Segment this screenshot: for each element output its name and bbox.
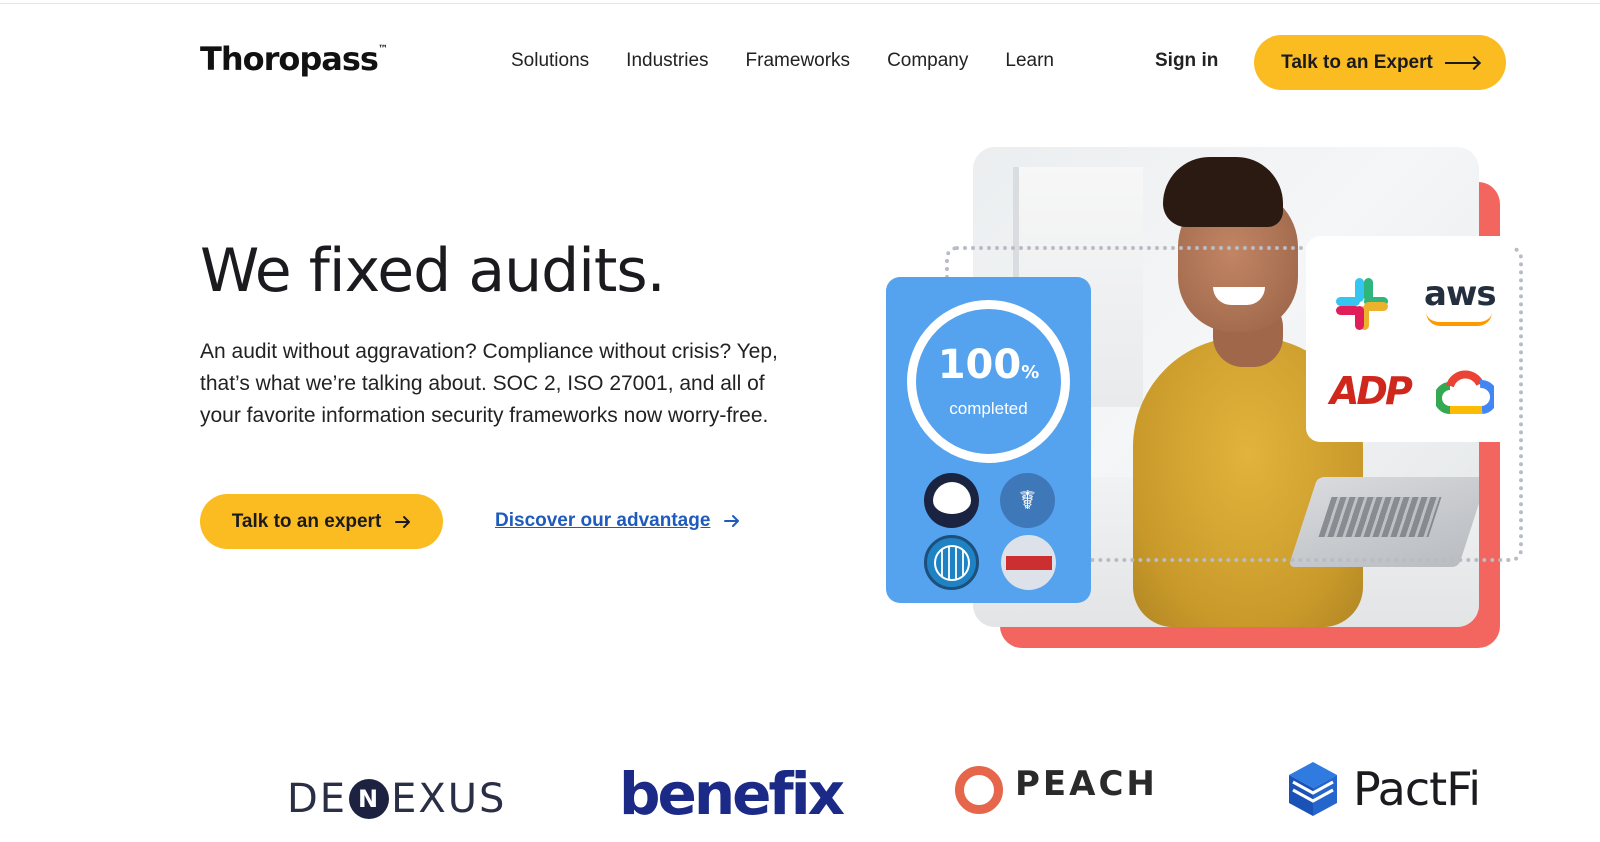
talk-to-expert-header-button[interactable]: Talk to an Expert <box>1254 35 1506 90</box>
nav-learn[interactable]: Learn <box>1005 50 1054 72</box>
arrow-right-icon <box>395 515 411 528</box>
flag-badge-icon <box>1001 535 1056 590</box>
pactfi-cube-icon <box>1289 762 1337 816</box>
peach-mark-icon <box>955 766 1003 814</box>
discover-advantage-link[interactable]: Discover our advantage <box>495 510 740 532</box>
nav-solutions[interactable]: Solutions <box>511 50 589 72</box>
top-divider <box>0 3 1600 4</box>
secondary-link-label: Discover our advantage <box>495 510 711 531</box>
denexus-logo: DE N EXUS <box>287 776 507 822</box>
completion-ring: 100% completed <box>907 300 1070 463</box>
arrow-right-icon <box>724 515 740 527</box>
header-cta-label: Talk to an Expert <box>1281 51 1433 73</box>
hipaa-caduceus-icon: ☤ <box>1000 473 1055 528</box>
adp-logo: ADP <box>1330 369 1413 413</box>
nav-industries[interactable]: Industries <box>626 50 708 72</box>
nav-frameworks[interactable]: Frameworks <box>746 50 851 72</box>
benefix-logo: benefix <box>619 760 845 828</box>
thoropass-logo[interactable]: Thoropass™ <box>200 40 388 78</box>
hero-subtitle: An audit without aggravation? Compliance… <box>200 340 778 427</box>
peach-logo: PEACH <box>955 760 1158 814</box>
slack-logo-icon <box>1336 278 1388 330</box>
sign-in-link[interactable]: Sign in <box>1155 50 1218 72</box>
google-cloud-icon <box>1436 370 1494 414</box>
arrow-right-icon <box>1444 61 1479 64</box>
aws-logo: aws <box>1424 274 1497 314</box>
primary-cta-label: Talk to an expert <box>231 510 382 532</box>
logo-text: Thoropass <box>200 40 379 78</box>
photo-hair <box>1163 157 1283 227</box>
globe-badge-icon <box>924 535 979 590</box>
talk-to-expert-button[interactable]: Talk to an expert <box>200 494 443 549</box>
pactfi-logo: PactFi <box>1287 760 1481 818</box>
framework-badge-dark-icon <box>924 473 979 528</box>
completion-percent: 100% <box>937 341 1040 388</box>
nav-company[interactable]: Company <box>887 50 968 72</box>
logo-tm: ™ <box>377 44 388 56</box>
completion-label: completed <box>949 398 1028 418</box>
main-nav: Solutions Industries Frameworks Company … <box>511 50 1054 72</box>
hero-title: We fixed audits. <box>200 236 666 306</box>
aws-smile-icon <box>1426 312 1492 326</box>
